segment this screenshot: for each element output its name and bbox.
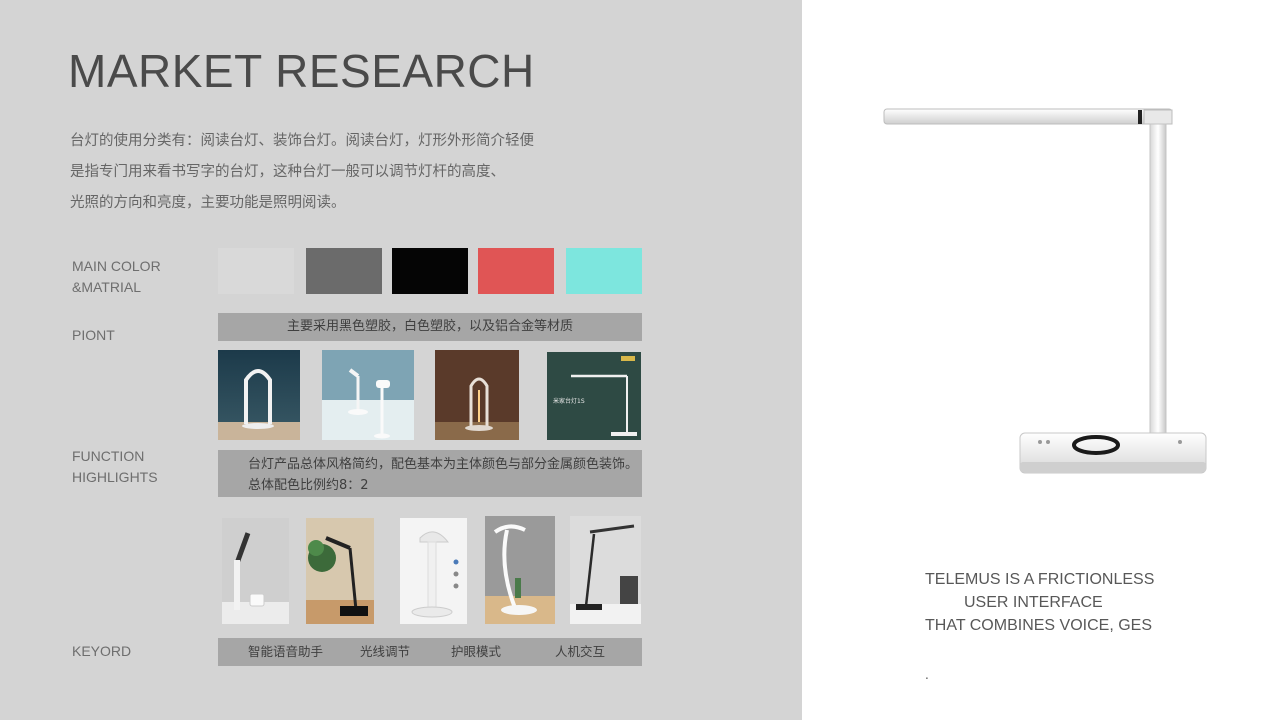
lamp-photo-6 [306, 518, 374, 624]
lamp-photo-3 [435, 350, 519, 440]
intro-paragraph: 台灯的使用分类有：阅读台灯、装饰台灯。阅读台灯，灯形外形简介轻便 是指专门用来看… [70, 126, 590, 219]
point-label: PIONT [72, 327, 115, 343]
tagline-line-2: USER INTERFACE [964, 594, 1103, 611]
lamp-photo-4: 米家台灯1S [547, 352, 641, 440]
main-color-label: MAIN COLOR &MATRIAL [72, 258, 161, 295]
tagline-line-1: TELEMUS IS A FRICTIONLESS [925, 571, 1155, 588]
function-line-1: 台灯产品总体风格简约，配色基本为主体颜色与部分金属颜色装饰。 [248, 457, 639, 472]
lamp-photo-2 [322, 350, 414, 440]
color-swatch-black [392, 248, 468, 294]
intro-line: 是指专门用来看书写字的台灯，这种台灯一般可以调节灯杆的高度、 [70, 164, 505, 180]
point-bar: 主要采用黑色塑胶，白色塑胶，以及铝合金等材质 [218, 313, 642, 341]
keyword-label: KEYORD [72, 643, 132, 659]
keyword-voice-assistant: 智能语音助手 [248, 644, 324, 659]
lamp-photo-9 [570, 516, 641, 624]
intro-line: 光照的方向和亮度，主要功能是照明阅读。 [70, 195, 346, 211]
color-swatch-cyan [566, 248, 642, 294]
product-lamp-image [880, 100, 1210, 480]
color-swatch-red [478, 248, 554, 294]
keyword-eye-care: 护眼模式 [451, 644, 502, 659]
lamp-photo-5 [222, 518, 289, 624]
tagline: TELEMUS IS A FRICTIONLESS USER INTERFACE… [925, 568, 1154, 637]
keyword-light-adjust: 光线调节 [360, 644, 411, 659]
footnote-dot: . [925, 668, 929, 682]
lamp-photo-caption: 米家台灯1S [553, 398, 585, 405]
lamp-photo-1 [218, 350, 300, 440]
lamp-photo-7 [400, 518, 467, 624]
lamp-photo-8 [485, 516, 555, 624]
keyword-interaction: 人机交互 [555, 644, 606, 659]
function-line-2: 总体配色比例约8：2 [248, 478, 369, 493]
color-swatch-light-gray [218, 248, 294, 294]
function-bar: 台灯产品总体风格简约，配色基本为主体颜色与部分金属颜色装饰。 总体配色比例约8：… [218, 450, 642, 497]
tagline-line-3: THAT COMBINES VOICE, GES [925, 617, 1152, 634]
intro-line: 台灯的使用分类有：阅读台灯、装饰台灯。阅读台灯，灯形外形简介轻便 [70, 133, 534, 149]
keyword-bar: 智能语音助手 光线调节 护眼模式 人机交互 [218, 638, 642, 666]
color-swatch-dark-gray [306, 248, 382, 294]
page-title: MARKET RESEARCH [68, 45, 535, 97]
function-label: FUNCTION HIGHLIGHTS [72, 448, 158, 485]
